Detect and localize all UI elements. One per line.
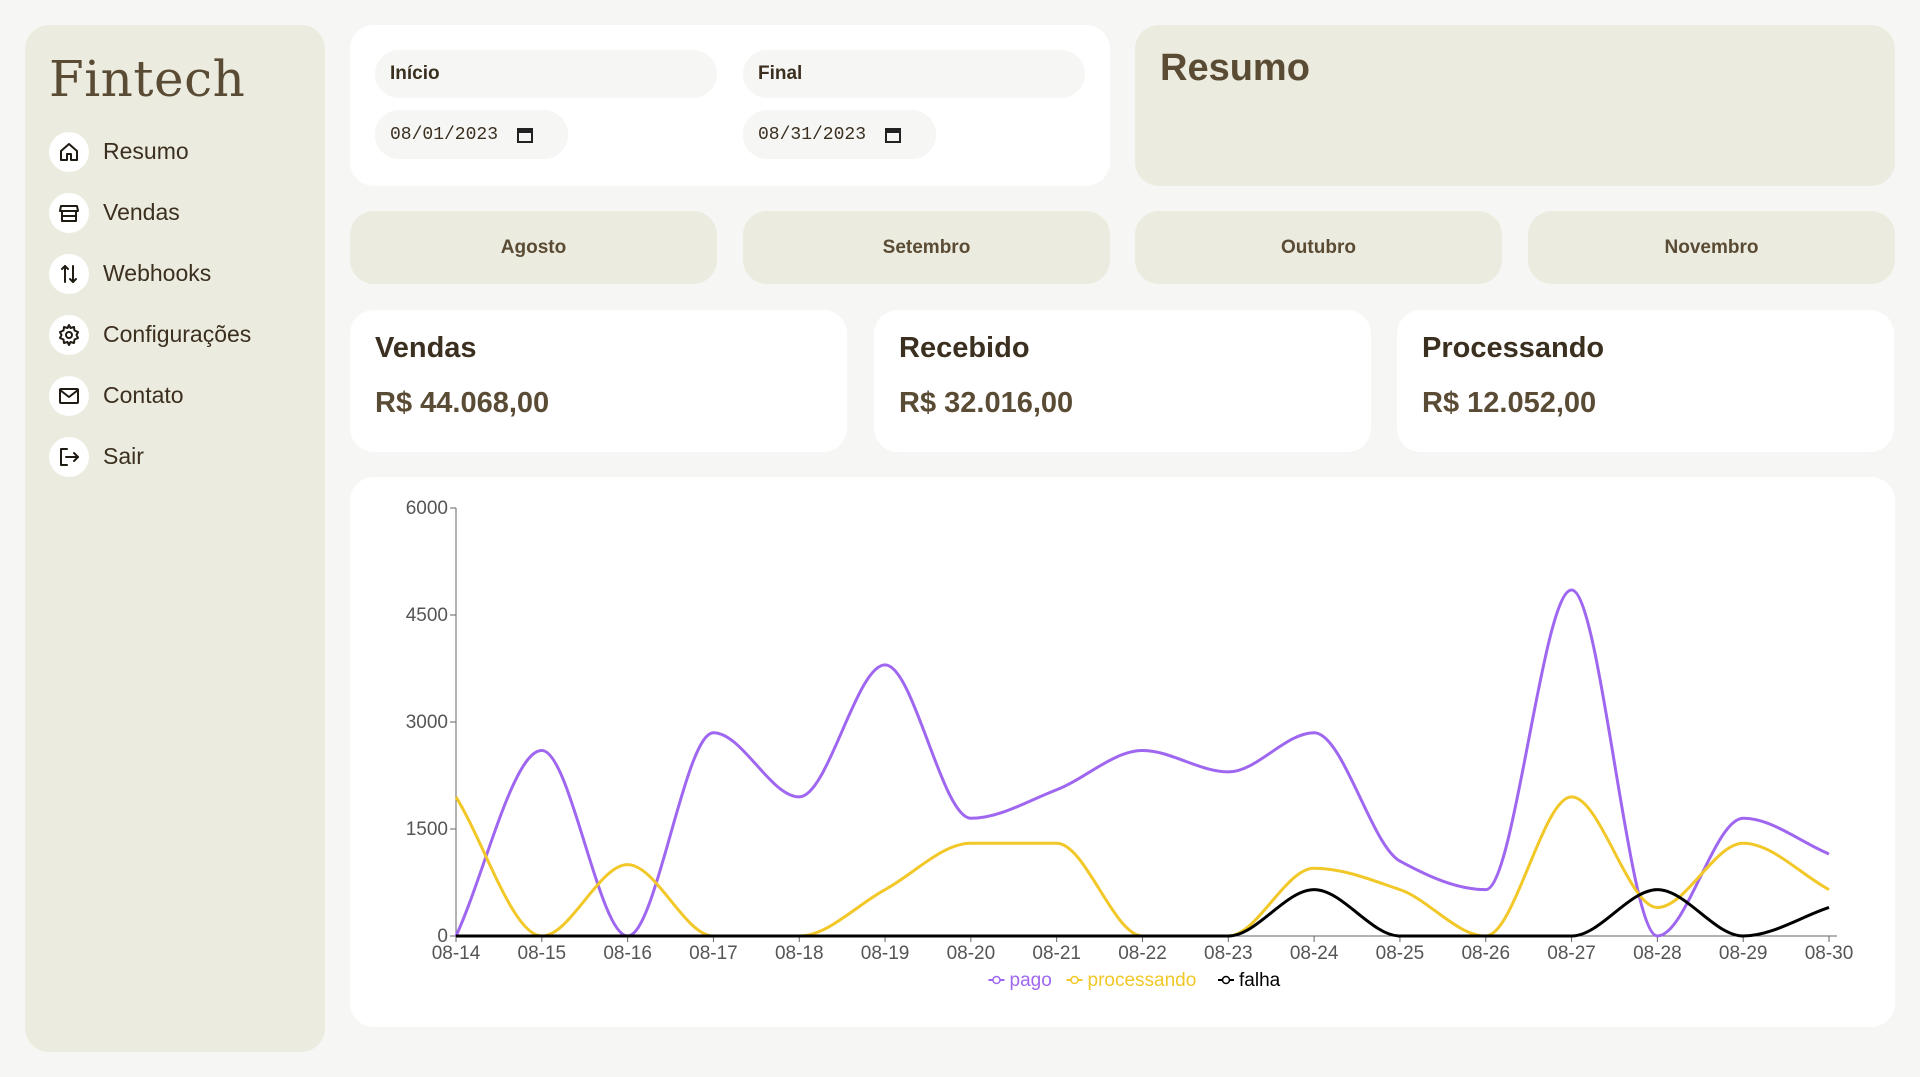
page-title: Resumo: [1160, 47, 1310, 89]
calendar-icon[interactable]: [884, 126, 902, 144]
legend-dot-pago: [992, 975, 1001, 985]
legend-label-processando[interactable]: processando: [1088, 970, 1197, 991]
x-tick-label: 08-21: [1032, 943, 1081, 964]
start-date-value: 08/01/2023: [390, 124, 499, 145]
start-date-input[interactable]: 08/01/2023: [375, 110, 568, 159]
legend-label-falha[interactable]: falha: [1239, 970, 1281, 991]
start-date-label: Início: [375, 50, 717, 98]
sidebar-item-resumo[interactable]: Resumo: [49, 121, 301, 182]
stat-title: Recebido: [899, 332, 1030, 364]
series-line-pago[interactable]: [454, 588, 1830, 938]
x-tick-label: 08-23: [1204, 943, 1253, 964]
arrows-updown-icon: [49, 253, 89, 294]
sales-chart-card: 0 1500 3000 4500 6000 08-14 08-15 08-16 08-17 08-…: [350, 477, 1895, 1027]
date-filter-card: Início 08/01/2023 Final 08/31/2023: [350, 25, 1110, 186]
sidebar-nav: Resumo Vendas Webhooks Configurações Contato…: [49, 121, 301, 487]
x-tick-label: 08-14: [432, 943, 481, 964]
x-tick-label: 08-30: [1805, 943, 1854, 964]
stat-value: R$ 12.052,00: [1422, 387, 1597, 419]
month-button-setembro[interactable]: Setembro: [743, 211, 1110, 284]
stat-title: Processando: [1422, 332, 1605, 364]
calendar-icon[interactable]: [516, 126, 534, 144]
sidebar-item-contato[interactable]: Contato: [49, 365, 301, 426]
x-tick-label: 08-19: [861, 943, 910, 964]
stat-title: Vendas: [375, 332, 477, 364]
month-button-agosto[interactable]: Agosto: [350, 211, 717, 284]
logout-icon: [49, 436, 89, 477]
sidebar-item-configuracoes[interactable]: Configurações: [49, 304, 301, 365]
sidebar-item-vendas[interactable]: Vendas: [49, 182, 301, 243]
x-tick-label: 08-20: [947, 943, 996, 964]
sidebar-item-label: Vendas: [103, 199, 180, 225]
y-tick-label: 4500: [406, 605, 448, 626]
series-line-falha[interactable]: [456, 888, 1830, 938]
legend-dot-falha: [1221, 975, 1231, 985]
x-tick-label: 08-28: [1633, 943, 1682, 964]
stat-card-processando: Processando R$ 12.052,00: [1397, 310, 1894, 452]
x-tick-label: 08-16: [603, 943, 652, 964]
end-date-value: 08/31/2023: [758, 124, 867, 145]
sidebar-item-webhooks[interactable]: Webhooks: [49, 243, 301, 304]
month-button-novembro[interactable]: Novembro: [1528, 211, 1895, 284]
app-logo[interactable]: Fintech: [49, 49, 301, 109]
y-tick-label: 1500: [406, 819, 448, 840]
end-date-label: Final: [743, 50, 1085, 98]
stat-card-recebido: Recebido R$ 32.016,00: [874, 310, 1371, 452]
gear-icon: [49, 314, 89, 355]
legend-label-pago[interactable]: pago: [1010, 970, 1052, 991]
home-icon: [49, 131, 89, 172]
sidebar: Fintech Resumo Vendas Webhooks Configuraçõe…: [25, 25, 325, 1052]
stat-value: R$ 32.016,00: [899, 387, 1074, 419]
x-tick-label: 08-26: [1461, 943, 1510, 964]
legend-dot-processando: [1070, 975, 1079, 985]
month-button-outubro[interactable]: Outubro: [1135, 211, 1502, 284]
sales-line-chart: 0150030004500600008-14 08-15 08-16 08-17 08-…: [406, 498, 1854, 991]
stat-card-vendas: Vendas R$ 44.068,00: [350, 310, 847, 452]
x-tick-label: 08-15: [518, 943, 567, 964]
y-tick-label: 3000: [406, 712, 448, 733]
summary-panel: Resumo: [1135, 25, 1895, 186]
end-date-group: Final 08/31/2023: [743, 50, 1085, 159]
y-tick-label: 6000: [406, 498, 448, 519]
sidebar-item-sair[interactable]: Sair: [49, 426, 301, 487]
sidebar-item-label: Configurações: [103, 321, 252, 347]
sidebar-item-label: Sair: [103, 443, 144, 469]
end-date-input[interactable]: 08/31/2023: [743, 110, 936, 159]
sidebar-item-label: Resumo: [103, 138, 189, 164]
x-tick-label: 08-18: [775, 943, 824, 964]
sidebar-item-label: Webhooks: [103, 260, 212, 286]
x-tick-label: 08-17: [689, 943, 738, 964]
x-tick-label: 08-27: [1547, 943, 1596, 964]
sidebar-item-label: Contato: [103, 382, 184, 408]
start-date-group: Início 08/01/2023: [375, 50, 717, 159]
store-icon: [49, 192, 89, 233]
x-tick-label: 08-29: [1719, 943, 1768, 964]
mail-icon: [49, 375, 89, 416]
x-tick-label: 08-25: [1376, 943, 1425, 964]
x-tick-label: 08-22: [1118, 943, 1167, 964]
stat-value: R$ 44.068,00: [375, 387, 550, 419]
x-tick-label: 08-24: [1290, 943, 1339, 964]
